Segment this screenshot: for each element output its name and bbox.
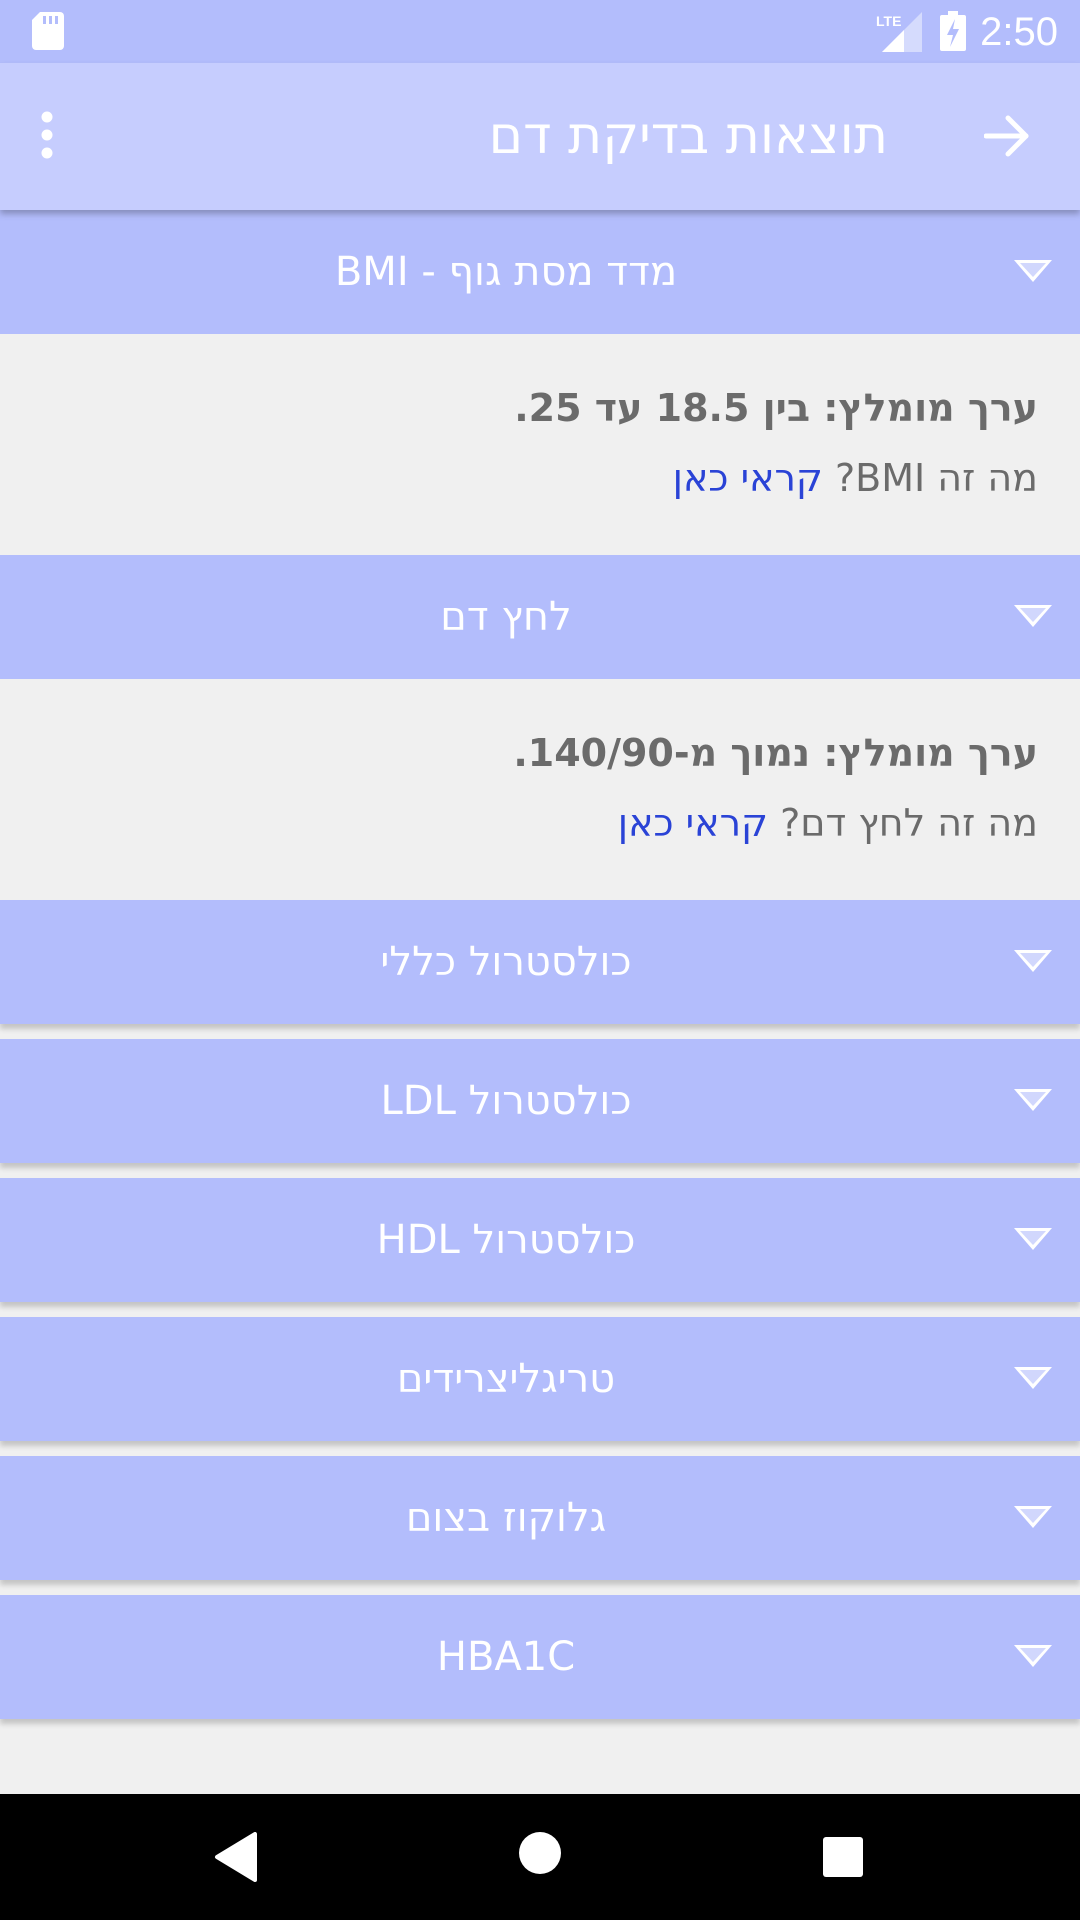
section-title: כולסטרול LDL <box>380 1078 632 1124</box>
recents-square-icon[interactable] <box>823 1837 863 1881</box>
section-title: לחץ דם <box>440 594 572 640</box>
signal-icon: LTE <box>874 12 922 56</box>
section-title: טריגליצרידים <box>396 1356 616 1402</box>
chevron-down-icon[interactable] <box>1012 1642 1054 1674</box>
section-header-bmi[interactable]: מדד מסת גוף - BMI <box>0 210 1080 334</box>
battery-charging-icon <box>940 11 966 55</box>
results-list: מדד מסת גוף - BMI ערך מומלץ: בין 18.5 עד… <box>0 210 1080 1719</box>
back-triangle-icon[interactable] <box>213 1832 257 1886</box>
recommended-value: ערך מומלץ: בין 18.5 עד 25. <box>514 386 1038 430</box>
section-title: מדד מסת גוף - BMI <box>334 249 678 295</box>
navigation-bar <box>0 1794 1080 1920</box>
info-question: מה זה לחץ דם? קראי כאן <box>618 799 1038 847</box>
section-header-fasting-glucose[interactable]: גלוקוז בצום <box>0 1456 1080 1580</box>
section-title: גלוקוז בצום <box>405 1495 607 1541</box>
section-header-total-cholesterol[interactable]: כולסטרול כללי <box>0 900 1080 1024</box>
section-header-hdl[interactable]: כולסטרול HDL <box>0 1178 1080 1302</box>
chevron-down-icon[interactable] <box>1012 257 1054 289</box>
section-body-blood-pressure: ערך מומלץ: נמוך מ-140/90. מה זה לחץ דם? … <box>0 679 1080 900</box>
question-text: מה זה BMI? <box>834 456 1038 500</box>
chevron-down-icon[interactable] <box>1012 1503 1054 1535</box>
section-header-triglycerides[interactable]: טריגליצרידים <box>0 1317 1080 1441</box>
info-question: מה זה BMI? קראי כאן <box>673 454 1038 502</box>
section-body-bmi: ערך מומלץ: בין 18.5 עד 25. מה זה BMI? קר… <box>0 334 1080 555</box>
section-header-ldl[interactable]: כולסטרול LDL <box>0 1039 1080 1163</box>
more-vert-icon[interactable] <box>38 111 56 163</box>
sd-card-icon <box>32 12 64 54</box>
arrow-forward-icon[interactable] <box>983 113 1030 163</box>
status-bar: LTE 2:50 <box>0 0 1080 63</box>
chevron-down-icon[interactable] <box>1012 1364 1054 1396</box>
section-title: כולסטרול HDL <box>376 1217 636 1263</box>
chevron-down-icon[interactable] <box>1012 602 1054 634</box>
status-time: 2:50 <box>980 10 1058 54</box>
recommended-value: ערך מומלץ: נמוך מ-140/90. <box>513 731 1038 775</box>
section-header-hba1c[interactable]: HBA1C <box>0 1595 1080 1719</box>
app-bar: תוצאות בדיקת דם <box>0 63 1080 210</box>
page-title: תוצאות בדיקת דם <box>488 106 888 166</box>
section-header-blood-pressure[interactable]: לחץ דם <box>0 555 1080 679</box>
svg-text:LTE: LTE <box>876 13 901 29</box>
chevron-down-icon[interactable] <box>1012 1225 1054 1257</box>
section-title: כולסטרול כללי <box>380 939 632 985</box>
read-here-link[interactable]: קראי כאן <box>618 801 768 845</box>
question-text: מה זה לחץ דם? <box>780 801 1038 845</box>
home-circle-icon[interactable] <box>519 1832 561 1878</box>
section-title: HBA1C <box>436 1634 576 1680</box>
chevron-down-icon[interactable] <box>1012 947 1054 979</box>
chevron-down-icon[interactable] <box>1012 1086 1054 1118</box>
read-here-link[interactable]: קראי כאן <box>673 456 823 500</box>
